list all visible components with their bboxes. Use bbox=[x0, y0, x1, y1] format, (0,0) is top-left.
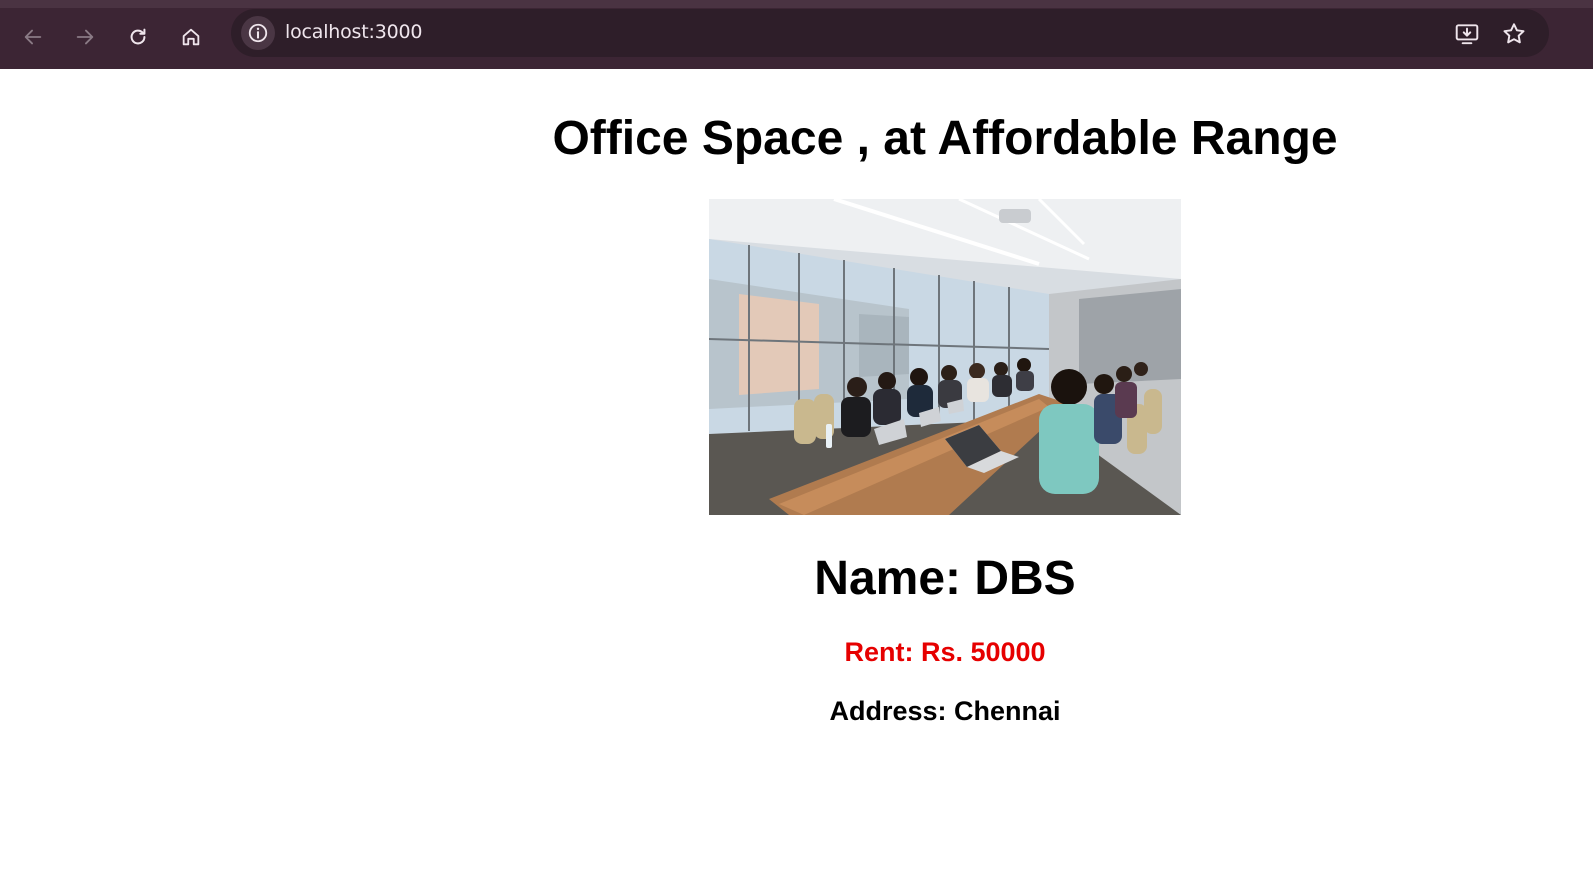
home-icon bbox=[182, 28, 200, 46]
address-bar[interactable]: localhost:3000 bbox=[231, 9, 1549, 57]
site-info-button[interactable] bbox=[241, 16, 275, 50]
forward-button[interactable] bbox=[68, 20, 102, 54]
page-title: Office Space , at Affordable Range bbox=[552, 112, 1338, 165]
page-content: Office Space , at Affordable Range Name:… bbox=[0, 69, 1593, 884]
home-button[interactable] bbox=[174, 20, 208, 54]
reload-icon bbox=[130, 28, 146, 45]
office-meeting-photo bbox=[709, 199, 1181, 515]
office-address: Address: Chennai bbox=[829, 696, 1061, 726]
install-app-button[interactable] bbox=[1453, 20, 1481, 48]
info-icon bbox=[248, 23, 268, 43]
office-name: Name: DBS bbox=[814, 552, 1076, 605]
install-app-icon bbox=[1455, 24, 1479, 45]
arrow-left-icon bbox=[24, 29, 42, 45]
reload-button[interactable] bbox=[121, 20, 155, 54]
back-button[interactable] bbox=[16, 20, 50, 54]
arrow-right-icon bbox=[76, 29, 94, 45]
bookmark-button[interactable] bbox=[1500, 20, 1528, 48]
star-icon bbox=[1503, 23, 1525, 44]
url-text[interactable]: localhost:3000 bbox=[285, 21, 422, 43]
browser-toolbar: localhost:3000 bbox=[0, 0, 1593, 69]
office-rent: Rent: Rs. 50000 bbox=[844, 637, 1046, 667]
